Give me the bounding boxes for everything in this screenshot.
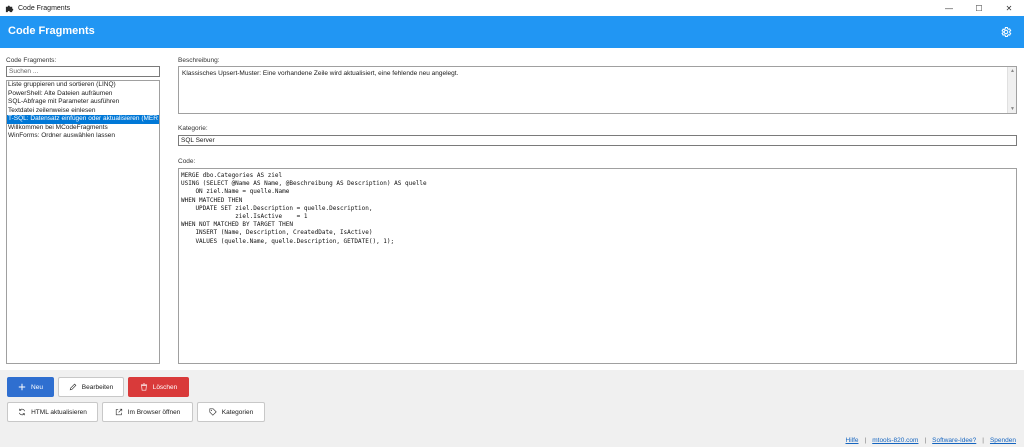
list-item[interactable]: Textdatei zeilenweise einlesen <box>7 107 159 116</box>
delete-button[interactable]: Löschen <box>128 377 189 397</box>
list-item[interactable]: Liste gruppieren und sortieren (LINQ) <box>7 81 159 90</box>
code-label: Code: <box>178 158 196 165</box>
donate-link[interactable]: Spenden <box>990 437 1016 444</box>
external-link-icon <box>115 408 123 416</box>
window-title: Code Fragments <box>18 4 71 12</box>
categories-button[interactable]: Kategorien <box>197 402 265 422</box>
list-item-selected[interactable]: T-SQL: Datensatz einfügen oder aktualisi… <box>7 115 159 124</box>
code-editor[interactable]: MERGE dbo.Categories AS ziel USING (SELE… <box>178 168 1017 364</box>
website-link[interactable]: mtools-820.com <box>872 437 918 444</box>
footer-separator: | <box>864 437 867 444</box>
gear-icon[interactable] <box>1000 26 1012 38</box>
minimize-button[interactable]: — <box>934 0 964 16</box>
list-item[interactable]: WinForms: Ordner auswählen lassen <box>7 132 159 141</box>
search-input[interactable]: Suchen ... <box>6 66 160 77</box>
edit-button-label: Bearbeiten <box>81 383 114 391</box>
maximize-button[interactable]: ☐ <box>964 0 994 16</box>
open-browser-button[interactable]: Im Browser öffnen <box>102 402 193 422</box>
scroll-down-icon[interactable]: ▼ <box>1010 106 1015 112</box>
fragment-list[interactable]: Liste gruppieren und sortieren (LINQ) Po… <box>6 80 160 364</box>
app-title: Code Fragments <box>8 25 95 37</box>
new-button[interactable]: Neu <box>7 377 54 397</box>
description-text: Klassisches Upsert-Muster: Eine vorhande… <box>182 70 459 77</box>
puzzle-icon <box>4 3 14 13</box>
scroll-up-icon[interactable]: ▲ <box>1010 68 1015 74</box>
refresh-html-button[interactable]: HTML aktualisieren <box>7 402 98 422</box>
app-header: Code Fragments <box>0 16 1024 48</box>
list-item[interactable]: PowerShell: Alte Dateien aufräumen <box>7 90 159 99</box>
refresh-html-label: HTML aktualisieren <box>31 408 87 416</box>
plus-icon <box>18 383 26 391</box>
footer-separator: | <box>982 437 984 444</box>
list-item[interactable]: Willkommen bei MCodeFragments <box>7 124 159 133</box>
refresh-icon <box>18 408 26 416</box>
description-scrollbar[interactable]: ▲ ▼ <box>1007 67 1016 113</box>
description-field[interactable]: Klassisches Upsert-Muster: Eine vorhande… <box>178 66 1017 114</box>
window-titlebar: Code Fragments — ☐ ✕ <box>0 0 1024 16</box>
software-idea-link[interactable]: Software-Idee? <box>932 437 976 444</box>
help-link[interactable]: Hilfe <box>846 437 859 444</box>
category-field[interactable]: SQL Server <box>178 135 1017 146</box>
categories-label: Kategorien <box>221 408 254 416</box>
edit-button[interactable]: Bearbeiten <box>58 377 124 397</box>
category-label: Kategorie: <box>178 125 208 132</box>
footer-separator: | <box>924 437 927 444</box>
trash-icon <box>140 383 148 391</box>
pencil-icon <box>69 383 77 391</box>
code-text: MERGE dbo.Categories AS ziel USING (SELE… <box>181 172 427 245</box>
open-browser-label: Im Browser öffnen <box>127 408 181 416</box>
description-label: Beschreibung: <box>178 57 220 64</box>
close-button[interactable]: ✕ <box>994 0 1024 16</box>
delete-button-label: Löschen <box>152 383 178 391</box>
footer-links: Hilfe | mtools-820.com | Software-Idee? … <box>846 437 1017 444</box>
fragments-label: Code Fragments: <box>6 57 57 64</box>
new-button-label: Neu <box>31 383 43 391</box>
tag-icon <box>209 408 217 416</box>
list-item[interactable]: SQL-Abfrage mit Parameter ausführen <box>7 98 159 107</box>
